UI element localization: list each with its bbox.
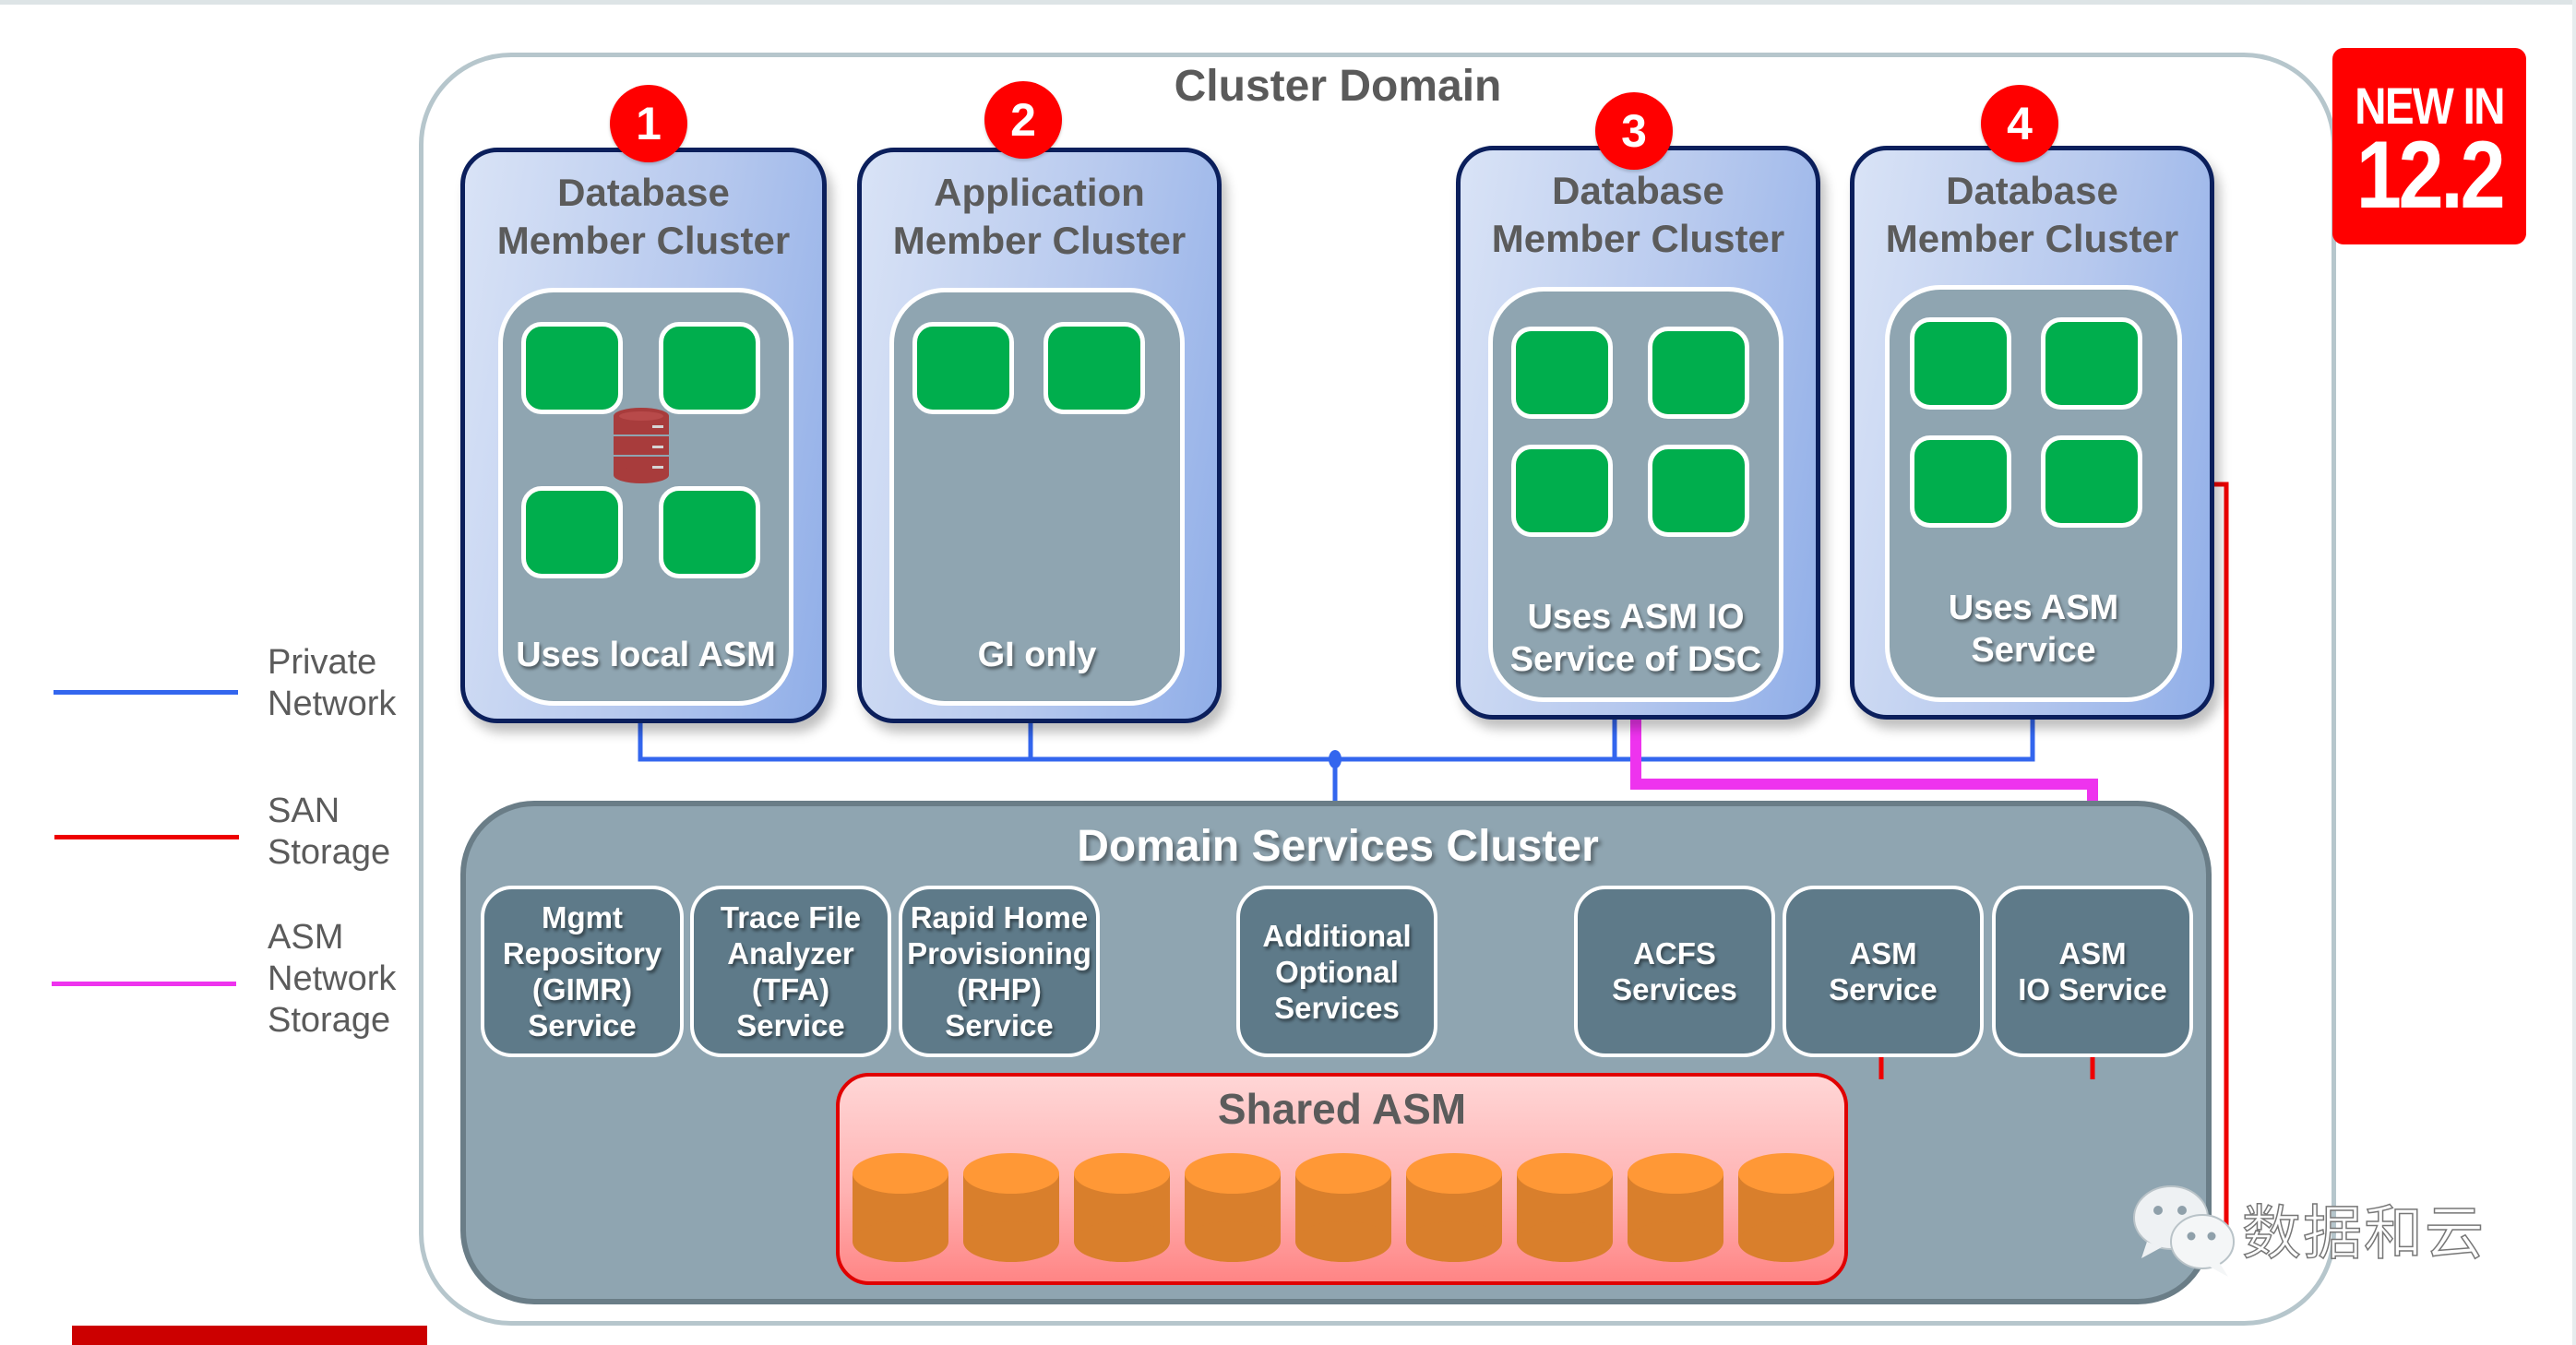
- footer-red-bar: [72, 1326, 427, 1345]
- service-rhp: Rapid Home Provisioning (RHP) Service: [899, 886, 1100, 1057]
- service-line: Repository: [502, 936, 662, 970]
- disk-icon: [853, 1153, 948, 1262]
- node: [1910, 435, 2011, 528]
- node: [521, 486, 623, 578]
- private-network-junction: [1329, 750, 1342, 768]
- service-line: Rapid Home: [910, 900, 1089, 934]
- disk-icon: [1185, 1153, 1281, 1262]
- service-asm-io: ASM IO Service: [1992, 886, 2193, 1057]
- service-additional-optional: Additional Optional Services: [1236, 886, 1437, 1057]
- service-line: Services: [1274, 990, 1400, 1025]
- service-gimr: Mgmt Repository (GIMR) Service: [481, 886, 684, 1057]
- node: [659, 322, 760, 414]
- service-line: Service: [528, 1008, 637, 1042]
- member-cluster-4: Database Member Cluster Uses ASM Service: [1850, 146, 2214, 720]
- service-line: Mgmt: [542, 900, 623, 934]
- node: [912, 322, 1014, 414]
- cluster-number-badge-3: 3: [1595, 92, 1673, 170]
- domain-services-cluster-title: Domain Services Cluster: [1077, 822, 1599, 871]
- title-line: Member Cluster: [892, 219, 1187, 262]
- member-cluster-2: Application Member Cluster GI only: [857, 148, 1222, 723]
- member-cluster-title: Database Member Cluster: [465, 169, 822, 265]
- label-line: Uses ASM IO: [1527, 598, 1745, 637]
- service-line: ASM: [2058, 936, 2127, 970]
- disk-icon: [1406, 1153, 1502, 1262]
- service-line: Provisioning: [907, 936, 1091, 970]
- shared-asm-title: Shared ASM: [1217, 1085, 1467, 1133]
- disk-icon: [1628, 1153, 1723, 1262]
- disk-icon: [1295, 1153, 1391, 1262]
- member-cluster-nodes-area: Uses ASM Service: [1885, 285, 2182, 702]
- service-line: ASM: [1849, 936, 1917, 970]
- service-line: IO Service: [2018, 972, 2167, 1006]
- title-line: Database: [557, 171, 730, 214]
- node: [1511, 445, 1613, 537]
- database-icon: [614, 408, 669, 483]
- title-line: Member Cluster: [1491, 217, 1785, 260]
- member-cluster-title: Database Member Cluster: [1461, 167, 1816, 263]
- label-line: Service: [1971, 631, 2096, 670]
- cluster-number-badge-4: 4: [1981, 85, 2058, 162]
- label-line: Service of DSC: [1509, 640, 1762, 679]
- service-line: ACFS: [1633, 936, 1716, 970]
- member-cluster-3: Database Member Cluster Uses ASM IO Serv…: [1456, 146, 1820, 720]
- title-line: Database: [1946, 169, 2118, 212]
- disk-icon: [1074, 1153, 1170, 1262]
- node: [1648, 327, 1749, 419]
- node: [659, 486, 760, 578]
- title-line: Member Cluster: [1885, 217, 2179, 260]
- title-line: Database: [1552, 169, 1724, 212]
- member-cluster-title: Database Member Cluster: [1854, 167, 2210, 263]
- member-cluster-label: Uses ASM Service: [1890, 587, 2177, 672]
- service-line: Trace File: [720, 900, 862, 934]
- cluster-number-badge-2: 2: [984, 81, 1062, 159]
- service-line: Analyzer: [727, 936, 854, 970]
- service-line: Services: [1612, 972, 1737, 1006]
- watermark-text: 数据和云: [2241, 1199, 2486, 1268]
- member-cluster-title: Application Member Cluster: [862, 169, 1217, 265]
- service-line: Optional: [1275, 954, 1399, 989]
- member-cluster-nodes-area: Uses ASM IO Service of DSC: [1488, 287, 1783, 702]
- service-tfa: Trace File Analyzer (TFA) Service: [690, 886, 891, 1057]
- member-cluster-label: Uses local ASM: [516, 636, 776, 674]
- member-cluster-label: Uses ASM IO Service of DSC: [1493, 596, 1779, 681]
- disk-icon: [963, 1153, 1059, 1262]
- watermark: 数据和云: [2127, 1181, 2485, 1287]
- wechat-icon: [2133, 1185, 2235, 1277]
- member-cluster-nodes-area: GI only: [889, 288, 1185, 706]
- service-asm: ASM Service: [1783, 886, 1984, 1057]
- node: [2041, 435, 2142, 528]
- node: [1910, 317, 2011, 410]
- title-line: Member Cluster: [496, 219, 791, 262]
- service-line: Service: [736, 1008, 845, 1042]
- label-line: Uses ASM: [1948, 589, 2119, 627]
- node: [1648, 445, 1749, 537]
- service-line: Service: [1829, 972, 1938, 1006]
- service-line: (RHP): [957, 972, 1042, 1006]
- disk-icon: [1517, 1153, 1613, 1262]
- title-line: Application: [934, 171, 1145, 214]
- service-line: Service: [945, 1008, 1054, 1042]
- service-line: (GIMR): [531, 972, 633, 1006]
- cluster-number-badge-1: 1: [610, 85, 687, 162]
- member-cluster-label: GI only: [977, 636, 1097, 674]
- shared-asm: Shared ASM: [836, 1073, 1848, 1285]
- node: [1044, 322, 1145, 414]
- service-acfs: ACFS Services: [1574, 886, 1775, 1057]
- member-cluster-1: Database Member Cluster Uses local ASM: [460, 148, 827, 723]
- service-line: Additional: [1262, 918, 1412, 953]
- service-line: (TFA): [751, 972, 830, 1006]
- member-cluster-nodes-area: Uses local ASM: [498, 288, 793, 706]
- node: [1511, 327, 1613, 419]
- node: [2041, 317, 2142, 410]
- disk-icon: [1738, 1153, 1834, 1262]
- node: [521, 322, 623, 414]
